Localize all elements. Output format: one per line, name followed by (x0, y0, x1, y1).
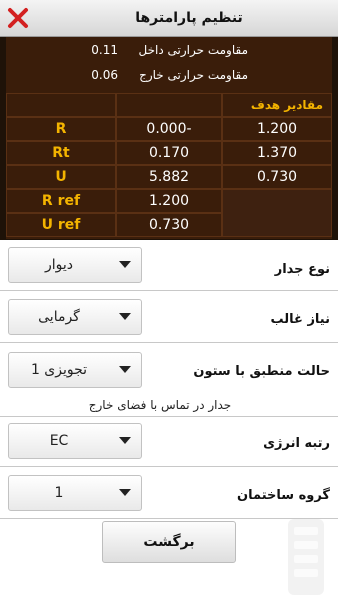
watermark-logo-icon (288, 519, 324, 595)
close-icon[interactable] (6, 6, 30, 30)
column-state-select[interactable]: تجویزی 1 (8, 352, 142, 388)
row-value-u-ref: 0.730 (116, 213, 222, 237)
energy-rank-label: رتبه انرژی (263, 436, 330, 451)
chevron-down-icon (119, 261, 131, 268)
row-value-r-ref: 1.200 (116, 189, 222, 213)
energy-rank-select[interactable]: EC (8, 423, 142, 459)
chevron-down-icon (119, 366, 131, 373)
wall-type-value: دیوار (44, 257, 73, 273)
table-header-empty-1 (6, 93, 116, 117)
building-group-value: 1 (54, 485, 64, 501)
dominant-need-value: گرمایی (38, 309, 80, 325)
results-panel: مقاومت حرارتی داخل 0.11 مقاومت حرارتی خا… (6, 37, 332, 239)
column-state-note: جدار در تماس با فضای خارج (88, 398, 232, 412)
inner-resistance-value: 0.11 (91, 43, 118, 57)
target-values-header: مقادیر هدف (222, 93, 332, 117)
row-label-u-ref: U ref (6, 213, 116, 237)
row-label-rt: Rt (6, 141, 116, 165)
dominant-need-select[interactable]: گرمایی (8, 299, 142, 335)
row-target-rt: 1.370 (222, 141, 332, 165)
row-label-u: U (6, 165, 116, 189)
chevron-down-icon (119, 489, 131, 496)
building-group-select[interactable]: 1 (8, 475, 142, 511)
row-target-r: 1.200 (222, 117, 332, 141)
table-header-empty-2 (116, 93, 222, 117)
outer-resistance-label: مقاومت حرارتی خارج (139, 68, 248, 82)
row-value-u: 5.882 (116, 165, 222, 189)
wall-type-select[interactable]: دیوار (8, 247, 142, 283)
column-state-label: حالت منطبق با ستون (193, 364, 330, 379)
title-bar: تنظیم پارامترها (0, 0, 338, 37)
divider (0, 416, 338, 417)
building-group-label: گروه ساختمان (237, 488, 330, 503)
energy-rank-value: EC (49, 433, 69, 449)
wall-type-label: نوع جدار (274, 262, 330, 277)
column-state-value: تجویزی 1 (30, 362, 88, 378)
chevron-down-icon (119, 437, 131, 444)
inner-resistance-label: مقاومت حرارتی داخل (138, 43, 248, 57)
back-button[interactable]: برگشت (102, 521, 236, 563)
divider (0, 290, 338, 291)
row-value-r: 0.000- (116, 117, 222, 141)
divider (0, 466, 338, 467)
row-label-r: R (6, 117, 116, 141)
empty-target-cell (222, 189, 332, 237)
page-title: تنظیم پارامترها (135, 10, 243, 26)
divider (0, 342, 338, 343)
dominant-need-label: نیاز غالب (270, 312, 330, 327)
outer-resistance-value: 0.06 (91, 68, 118, 82)
row-value-rt: 0.170 (116, 141, 222, 165)
chevron-down-icon (119, 313, 131, 320)
row-label-r-ref: R ref (6, 189, 116, 213)
row-target-u: 0.730 (222, 165, 332, 189)
